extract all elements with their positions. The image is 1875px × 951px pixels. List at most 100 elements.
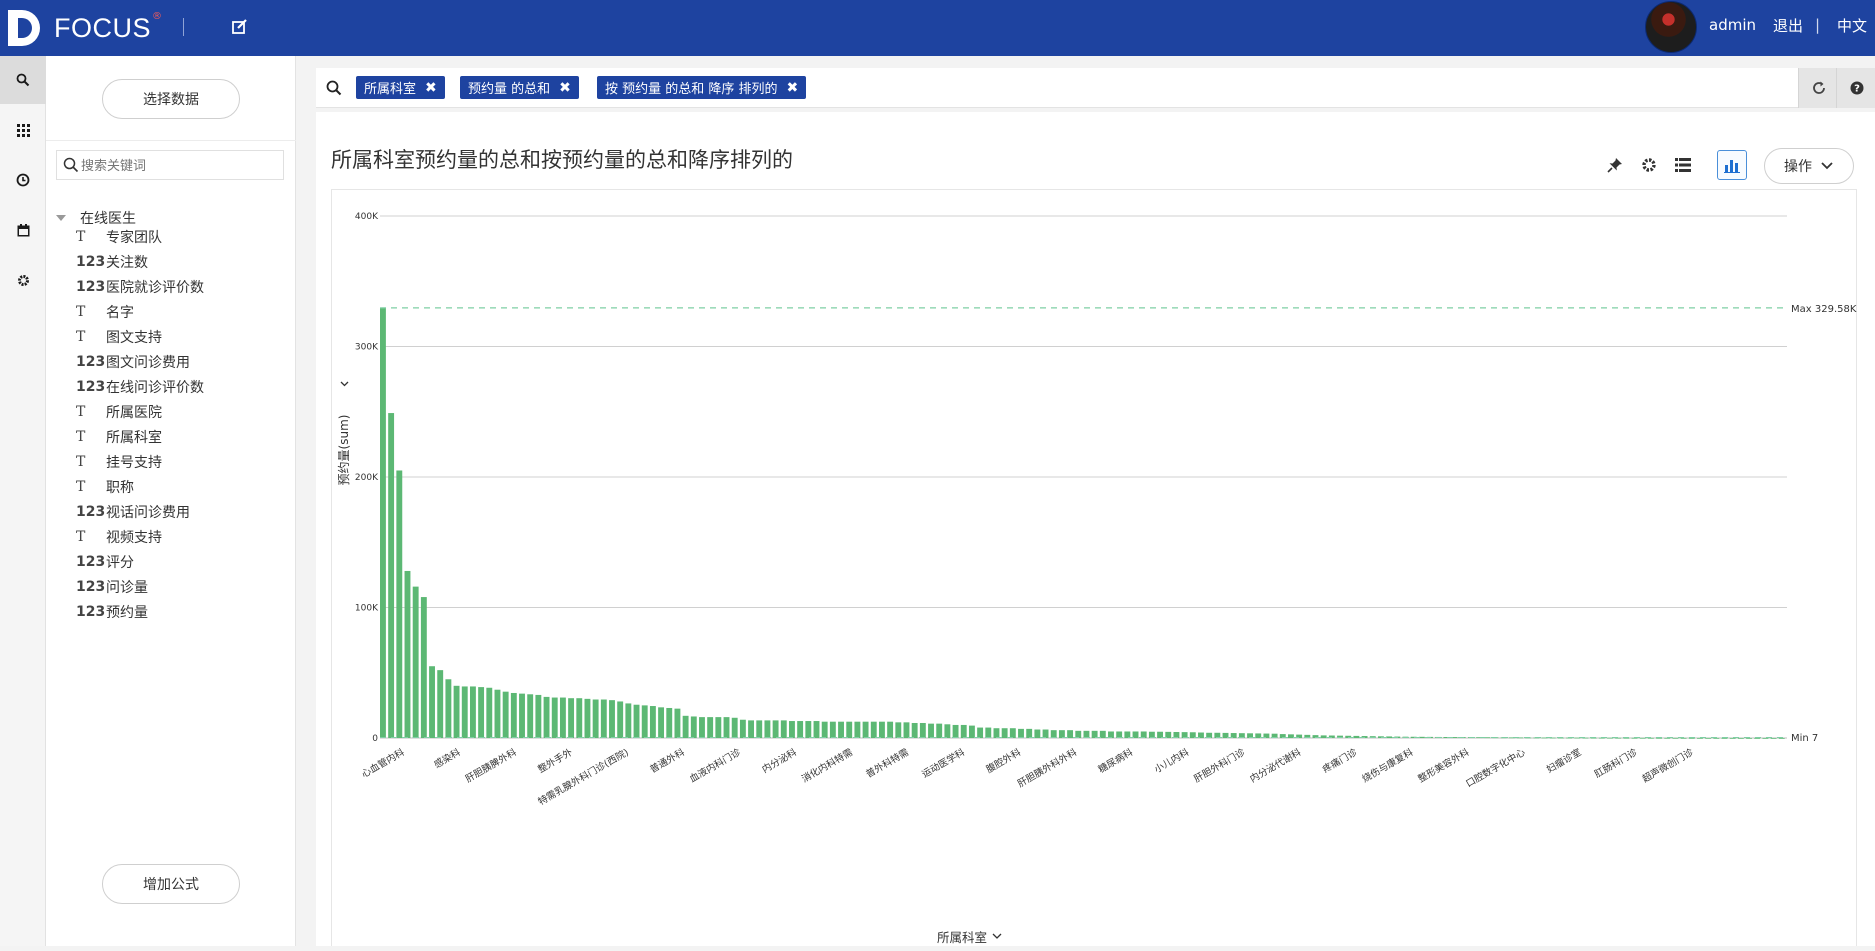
bar	[1386, 736, 1393, 738]
text-type-icon: T	[76, 478, 86, 495]
edit-icon[interactable]	[230, 17, 250, 37]
bar-chart-icon	[1724, 160, 1740, 173]
search-icon	[326, 80, 342, 96]
field-item[interactable]: 123 评分	[76, 549, 204, 574]
bar	[772, 720, 779, 738]
bar	[478, 687, 485, 738]
x-tick-label: 整外手外	[536, 746, 575, 776]
bar	[723, 717, 730, 738]
query-chip[interactable]: 按 预约量 的总和 降序 排列的 ✖	[597, 76, 807, 99]
rail-history[interactable]	[0, 156, 46, 204]
field-search-input[interactable]	[81, 155, 281, 177]
bar	[633, 704, 640, 738]
rail-settings[interactable]	[0, 256, 46, 304]
pin-button[interactable]	[1600, 150, 1630, 180]
bar	[519, 693, 525, 738]
bar	[870, 721, 877, 738]
x-tick-label: 腹腔外科	[984, 746, 1023, 776]
bar	[1664, 737, 1671, 739]
field-name: 在线问诊评价数	[106, 379, 204, 396]
text-type-icon: T	[76, 303, 86, 320]
chip-label: 按 预约量 的总和 降序 排列的	[605, 82, 778, 97]
bar	[469, 686, 476, 738]
x-tick-label: 妇瘤诊室	[1544, 746, 1583, 775]
field-item[interactable]: T 名字	[76, 299, 204, 324]
query-chip[interactable]: 预约量 的总和 ✖	[460, 76, 579, 99]
field-item[interactable]: 123 视话问诊费用	[76, 499, 204, 524]
x-axis-title: 所属科室	[937, 930, 987, 945]
bar	[707, 717, 714, 738]
focus-logo[interactable]: FOCUS ®	[8, 8, 162, 48]
bar	[748, 720, 755, 738]
field-item[interactable]: 123 问诊量	[76, 574, 204, 599]
search-query-bar[interactable]: 所属科室 ✖ 预约量 的总和 ✖ 按 预约量 的总和 降序 排列的 ✖ ?	[316, 68, 1875, 108]
language-switch[interactable]: 中文	[1837, 15, 1867, 36]
chip-label: 预约量 的总和	[468, 82, 551, 97]
field-name: 所属医院	[106, 404, 162, 421]
number-type-icon: 123	[76, 553, 106, 570]
chart-settings-button[interactable]	[1634, 150, 1664, 180]
bar	[903, 722, 910, 738]
field-item[interactable]: T 所属科室	[76, 424, 204, 449]
bar	[535, 694, 542, 738]
x-tick-label: 肝胆胰脾外科	[463, 746, 519, 785]
x-tick-label: 普通外科	[648, 746, 687, 776]
x-tick-label: 内分泌科	[760, 746, 799, 776]
bar	[699, 717, 705, 738]
help-button[interactable]: ?	[1836, 68, 1875, 108]
close-icon[interactable]: ✖	[787, 80, 799, 96]
refresh-button[interactable]	[1798, 68, 1838, 108]
bar	[1754, 737, 1761, 739]
field-item[interactable]: T 视频支持	[76, 524, 204, 549]
pin-icon	[1607, 158, 1622, 173]
bar	[805, 721, 812, 738]
username[interactable]: admin	[1709, 16, 1756, 34]
field-item[interactable]: T 专家团队	[76, 224, 204, 249]
table-view-button[interactable]	[1668, 150, 1698, 180]
search-icon	[63, 157, 79, 173]
bar	[494, 689, 501, 738]
bar	[1713, 737, 1720, 739]
field-item[interactable]: T 所属医院	[76, 399, 204, 424]
bar	[559, 697, 566, 738]
field-item[interactable]: T 图文支持	[76, 324, 204, 349]
bar	[592, 699, 599, 738]
bar	[1705, 737, 1712, 739]
operations-dropdown[interactable]: 操作	[1764, 148, 1854, 184]
user-avatar[interactable]	[1645, 1, 1697, 53]
field-item[interactable]: 123 在线问诊评价数	[76, 374, 204, 399]
select-data-button[interactable]: 选择数据	[102, 79, 240, 119]
field-item[interactable]: 123 预约量	[76, 599, 204, 624]
add-formula-button[interactable]: 增加公式	[102, 864, 240, 904]
bar	[789, 721, 795, 738]
caret-down-icon	[56, 215, 66, 221]
field-item[interactable]: 123 关注数	[76, 249, 204, 274]
bar-chart: 0 100K 200K 300K 400K Max 329.58K Min 7 心血管内科 感染…	[336, 212, 1857, 945]
field-list: T 专家团队 123 关注数 123 医院就诊评价数 T 名字 T 图文支持 123 图文问诊费用 12…	[76, 224, 204, 624]
field-item[interactable]: T 挂号支持	[76, 449, 204, 474]
logout-link[interactable]: 退出	[1773, 15, 1803, 36]
query-chip[interactable]: 所属科室 ✖	[356, 76, 445, 99]
rail-search[interactable]	[0, 56, 46, 104]
field-item[interactable]: 123 医院就诊评价数	[76, 274, 204, 299]
bar	[502, 691, 509, 738]
number-type-icon: 123	[76, 353, 106, 370]
bar	[1099, 730, 1106, 738]
field-item[interactable]: T 职称	[76, 474, 204, 499]
rail-apps[interactable]	[0, 106, 46, 154]
field-item[interactable]: 123 图文问诊费用	[76, 349, 204, 374]
bar	[1697, 737, 1703, 739]
bar	[1680, 737, 1687, 739]
bar	[625, 703, 632, 738]
close-icon[interactable]: ✖	[425, 80, 437, 96]
text-type-icon: T	[76, 328, 86, 345]
text-type-icon: T	[76, 528, 86, 545]
field-name: 专家团队	[106, 229, 162, 246]
rail-calendar[interactable]	[0, 206, 46, 254]
x-tick-label: 小儿内科	[1152, 746, 1191, 776]
close-icon[interactable]: ✖	[559, 80, 571, 96]
bar	[1042, 729, 1049, 738]
bar	[1746, 737, 1752, 739]
field-name: 预约量	[106, 604, 148, 621]
chart-view-button[interactable]	[1717, 150, 1747, 180]
